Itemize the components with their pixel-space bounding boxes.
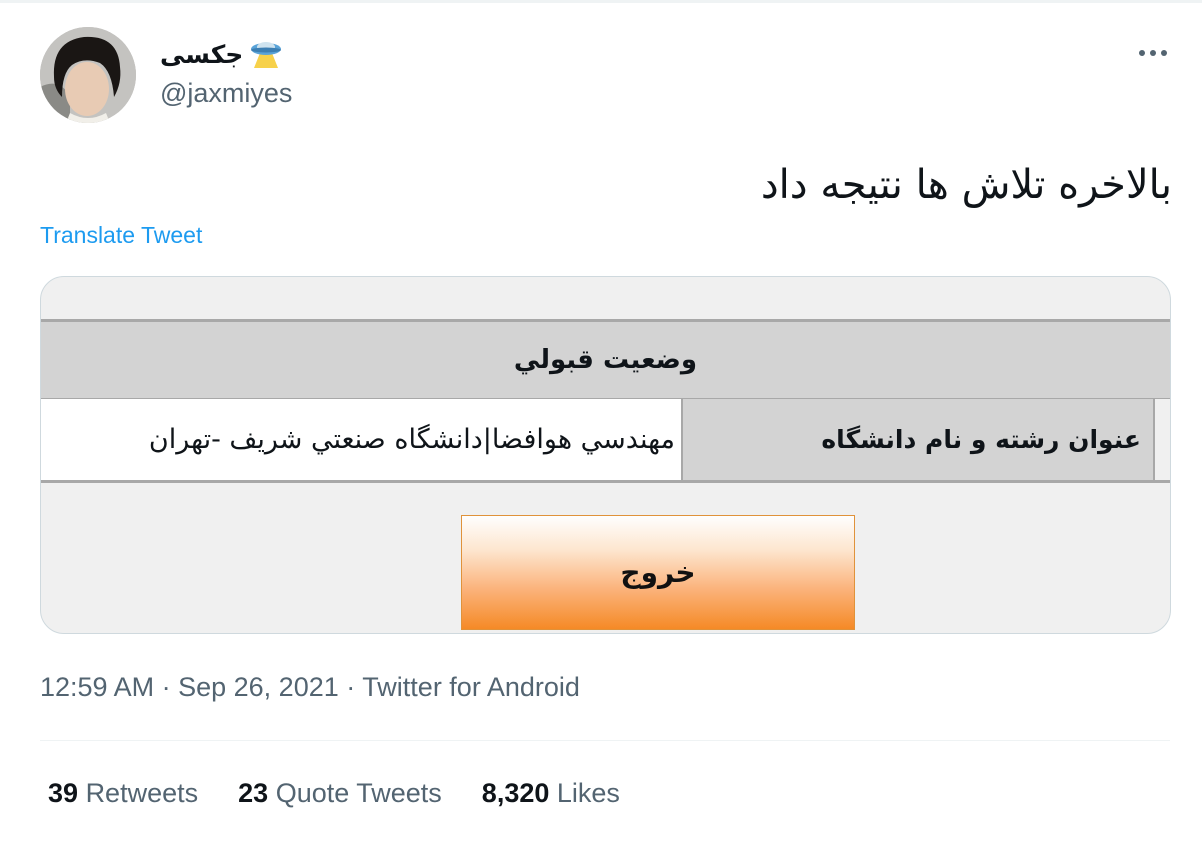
quote-tweets-label: Quote Tweets <box>275 778 442 808</box>
meta-separator: · <box>161 672 171 702</box>
author-name-row: جکسی <box>160 38 283 70</box>
more-options-button[interactable] <box>1136 38 1170 68</box>
author-handle[interactable]: @jaxmiyes <box>160 78 292 109</box>
retweets-count: 39 <box>48 778 79 808</box>
admission-status-header: وضعيت قبولي <box>41 319 1170 399</box>
author-display-name[interactable]: جکسی <box>160 40 243 69</box>
field-and-university-value: مهندسي هوافضا|دانشگاه صنعتي شريف -تهران <box>41 399 681 480</box>
tweet-media-image[interactable]: وضعيت قبولي مهندسي هوافضا|دانشگاه صنعتي … <box>40 276 1171 634</box>
tweet-text: بالاخره تلاش ها نتیجه داد <box>760 162 1172 208</box>
avatar-photo <box>40 27 136 123</box>
divider <box>40 740 1170 741</box>
top-divider <box>0 0 1202 3</box>
quote-tweets-count: 23 <box>238 778 269 808</box>
ufo-icon <box>251 42 282 68</box>
likes-count: 8,320 <box>481 778 550 808</box>
tweet-stats: 39 Retweets 23 Quote Tweets 8,320 Likes <box>48 778 620 809</box>
translate-tweet-link[interactable]: Translate Tweet <box>40 222 202 249</box>
quote-tweets-stat[interactable]: 23 Quote Tweets <box>238 778 442 809</box>
more-horizontal-icon <box>1139 50 1167 56</box>
exit-button[interactable]: خروج <box>461 515 855 630</box>
retweets-stat[interactable]: 39 Retweets <box>48 778 198 809</box>
field-and-university-label: عنوان رشته و نام دانشگاه <box>681 399 1155 480</box>
tweet-time[interactable]: 12:59 AM <box>40 672 154 702</box>
likes-label: Likes <box>556 778 620 808</box>
tweet-source[interactable]: Twitter for Android <box>362 672 580 702</box>
tweet-date[interactable]: Sep 26, 2021 <box>178 672 339 702</box>
meta-separator: · <box>346 672 356 702</box>
retweets-label: Retweets <box>85 778 199 808</box>
admission-result-row: مهندسي هوافضا|دانشگاه صنعتي شريف -تهران … <box>41 399 1170 483</box>
tweet-metadata: 12:59 AM · Sep 26, 2021 · Twitter for An… <box>40 672 580 703</box>
avatar[interactable] <box>40 27 136 123</box>
likes-stat[interactable]: 8,320 Likes <box>482 778 620 809</box>
